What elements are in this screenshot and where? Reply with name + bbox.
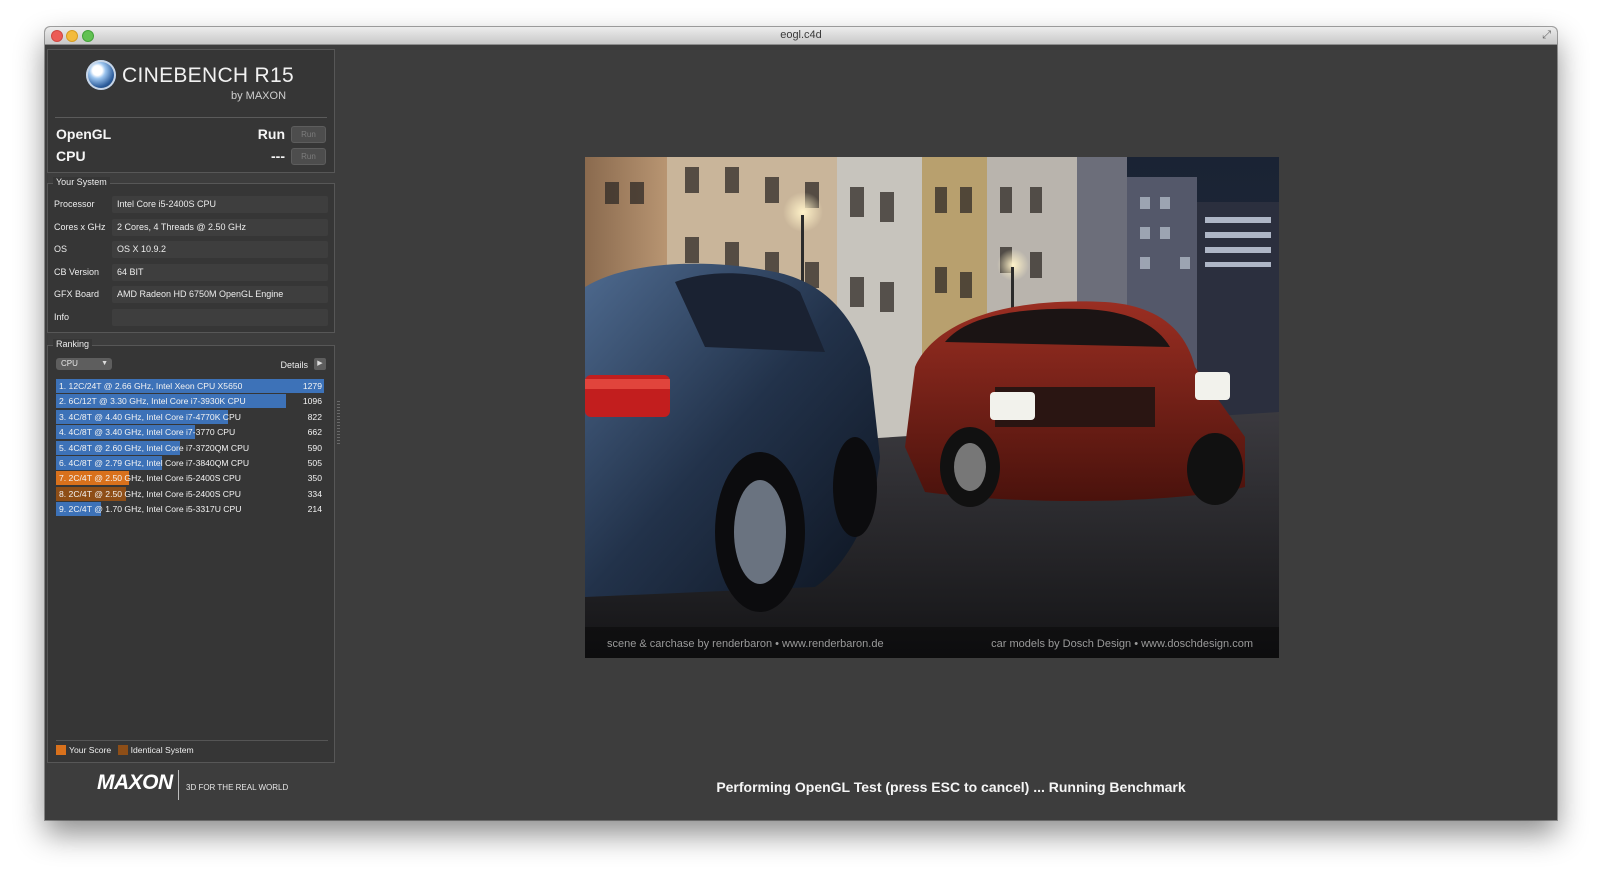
render-viewport: scene & carchase by renderbaron • www.re…	[585, 157, 1279, 658]
ranking-row[interactable]: 4. 4C/8T @ 3.40 GHz, Intel Core i7-3770 …	[56, 425, 326, 440]
ranking-score: 505	[307, 457, 322, 468]
fullscreen-icon[interactable]: ⤢	[1542, 29, 1551, 42]
chevron-down-icon: ▼	[101, 360, 108, 367]
ranking-label: 3. 4C/8T @ 4.40 GHz, Intel Core i7-4770K…	[59, 411, 241, 422]
system-row-gfx-board: GFX Board AMD Radeon HD 6750M OpenGL Eng…	[54, 286, 328, 304]
details-arrow-button[interactable]: ▶	[314, 358, 326, 370]
test-row-opengl: OpenGL Run Run	[56, 125, 328, 145]
ranking-label: 1. 12C/24T @ 2.66 GHz, Intel Xeon CPU X5…	[59, 381, 243, 391]
system-value: AMD Radeon HD 6750M OpenGL Engine	[112, 286, 328, 303]
ranking-score: 214	[307, 504, 322, 515]
panel-resize-handle[interactable]	[337, 401, 340, 446]
system-label: Processor	[54, 199, 95, 209]
run-cpu-button[interactable]: Run	[291, 148, 326, 165]
system-value: 2 Cores, 4 Threads @ 2.50 GHz	[112, 218, 328, 236]
ranking-label: 5. 4C/8T @ 2.60 GHz, Intel Core i7-3720Q…	[59, 442, 250, 453]
ranking-row[interactable]: 1. 12C/24T @ 2.66 GHz, Intel Xeon CPU X5…	[56, 379, 326, 394]
render-credit-left: scene & carchase by renderbaron • www.re…	[607, 638, 884, 650]
ranking-label: 9. 2C/4T @ 1.70 GHz, Intel Core i5-3317U…	[59, 504, 242, 515]
cinebench-logo-icon	[86, 60, 116, 90]
system-row-os: OS OS X 10.9.2	[54, 241, 328, 259]
test-score: ---	[271, 148, 285, 164]
ranking-score: 1279	[302, 381, 322, 391]
logo-panel: CINEBENCH R15 by MAXON OpenGL Run Run CP…	[47, 49, 335, 173]
ranking-type-select[interactable]: CPU ▼	[56, 358, 112, 370]
system-value: OS X 10.9.2	[112, 241, 328, 258]
your-system-title: Your System	[53, 177, 110, 187]
ranking-label: 4. 4C/8T @ 3.40 GHz, Intel Core i7-3770 …	[59, 427, 236, 438]
maxon-tagline: 3D FOR THE REAL WORLD	[186, 783, 289, 792]
ranking-score: 334	[307, 488, 322, 499]
ranking-panel: Ranking CPU ▼ Details ▶ 1. 12C/24T @ 2.6…	[47, 339, 335, 763]
system-label: GFX Board	[54, 289, 100, 299]
divider	[55, 117, 327, 118]
system-row-cb-version: CB Version 64 BIT	[54, 263, 328, 282]
test-score: Run	[257, 126, 285, 142]
test-name: CPU	[56, 148, 86, 164]
render-credit-right: car models by Dosch Design • www.doschde…	[991, 638, 1253, 650]
system-value: 64 BIT	[112, 263, 328, 281]
ranking-score: 662	[307, 427, 322, 438]
divider	[178, 770, 179, 800]
system-label: CB Version	[54, 266, 100, 277]
ranking-row[interactable]: 7. 2C/4T @ 2.50 GHz, Intel Core i5-2400S…	[56, 471, 326, 486]
system-label: Info	[54, 311, 70, 322]
legend-your-score: Your Score	[69, 745, 112, 755]
ranking-row[interactable]: 6. 4C/8T @ 2.79 GHz, Intel Core i7-3840Q…	[56, 455, 326, 471]
ranking-score: 590	[307, 442, 322, 453]
title-bar: eogl.c4d ⤢	[45, 27, 1557, 45]
ranking-row[interactable]: 8. 2C/4T @ 2.50 GHz, Intel Core i5-2400S…	[56, 486, 326, 502]
ranking-score: 822	[307, 411, 322, 422]
ranking-row[interactable]: 3. 4C/8T @ 4.40 GHz, Intel Core i7-4770K…	[56, 409, 326, 425]
ranking-row[interactable]: 2. 6C/12T @ 3.30 GHz, Intel Core i7-3930…	[56, 394, 326, 409]
divider	[56, 740, 328, 741]
test-row-cpu: CPU --- Run	[56, 147, 328, 167]
app-name: CINEBENCH R15	[122, 64, 294, 87]
benchmark-scene-image	[585, 157, 1279, 658]
ranking-label: 7. 2C/4T @ 2.50 GHz, Intel Core i5-2400S…	[59, 473, 241, 484]
system-row-cores: Cores x GHz 2 Cores, 4 Threads @ 2.50 GH…	[54, 218, 328, 237]
system-value: Intel Core i5-2400S CPU	[112, 196, 328, 213]
ranking-label: 8. 2C/4T @ 2.50 GHz, Intel Core i5-2400S…	[59, 488, 241, 499]
details-label: Details	[280, 360, 308, 370]
app-window: eogl.c4d ⤢ CINEBENCH R15 by MAXON OpenGL…	[45, 27, 1557, 820]
system-label: Cores x GHz	[54, 221, 106, 232]
identical-system-swatch	[117, 745, 128, 755]
window-title: eogl.c4d	[780, 29, 822, 41]
ranking-label: 2. 6C/12T @ 3.30 GHz, Intel Core i7-3930…	[59, 396, 246, 407]
info-field[interactable]	[112, 308, 328, 326]
ranking-label: 6. 4C/8T @ 2.79 GHz, Intel Core i7-3840Q…	[59, 457, 250, 468]
legend-identical-system: Identical System	[130, 745, 194, 755]
ranking-score: 1096	[302, 396, 322, 407]
ranking-type-value: CPU	[61, 359, 78, 368]
maxon-logo: MAXON	[97, 771, 173, 794]
app-byline: by MAXON	[231, 90, 287, 102]
your-score-swatch	[56, 745, 66, 755]
ranking-row[interactable]: 5. 4C/8T @ 2.60 GHz, Intel Core i7-3720Q…	[56, 440, 326, 456]
ranking-title: Ranking	[53, 339, 93, 349]
ranking-row[interactable]: 9. 2C/4T @ 1.70 GHz, Intel Core i5-3317U…	[56, 502, 326, 517]
system-label: OS	[54, 244, 68, 254]
ranking-list: 1. 12C/24T @ 2.66 GHz, Intel Xeon CPU X5…	[56, 379, 326, 518]
status-message: Performing OpenGL Test (press ESC to can…	[716, 779, 1186, 795]
ranking-score: 350	[307, 473, 322, 484]
system-row-info: Info	[54, 308, 328, 327]
your-system-panel: Your System Processor Intel Core i5-2400…	[47, 177, 335, 333]
run-opengl-button[interactable]: Run	[291, 126, 326, 143]
system-row-processor: Processor Intel Core i5-2400S CPU	[54, 196, 328, 214]
ranking-legend: Your Score Identical System	[56, 745, 194, 755]
test-name: OpenGL	[56, 126, 112, 142]
